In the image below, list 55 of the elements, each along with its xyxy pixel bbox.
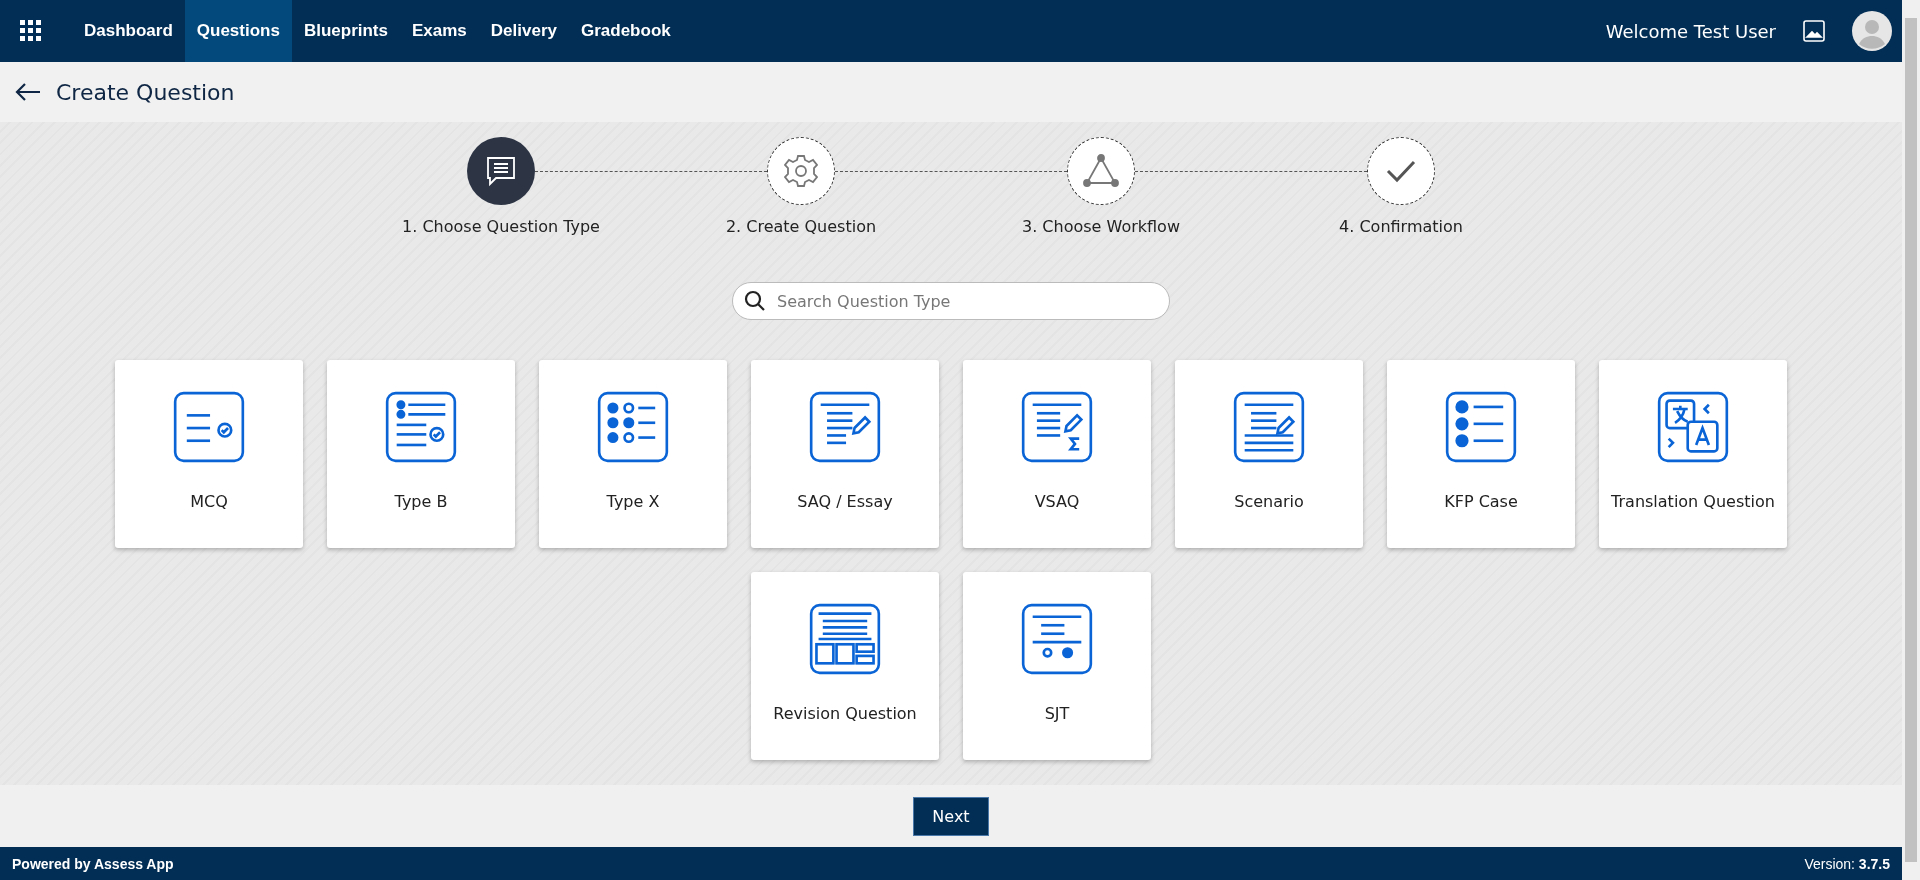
nav-tab[interactable]: Exams xyxy=(400,0,479,62)
question-type-icon xyxy=(1020,390,1094,464)
question-type-icon xyxy=(1444,390,1518,464)
question-type-card[interactable]: VSAQ xyxy=(963,360,1151,548)
question-type-label: Scenario xyxy=(1234,492,1304,511)
question-type-label: KFP Case xyxy=(1444,492,1518,511)
image-icon[interactable] xyxy=(1802,19,1826,43)
question-type-label: MCQ xyxy=(190,492,228,511)
step-label: 3. Choose Workflow xyxy=(1022,217,1180,236)
step-label: 1. Choose Question Type xyxy=(402,217,600,236)
question-type-label: Revision Question xyxy=(773,704,917,723)
powered-by-text: Powered by Assess App xyxy=(12,855,174,872)
question-type-label: SAQ / Essay xyxy=(797,492,893,511)
back-arrow-icon[interactable] xyxy=(14,82,42,102)
question-type-label: VSAQ xyxy=(1034,492,1080,511)
question-type-card[interactable]: KFP Case xyxy=(1387,360,1575,548)
question-type-icon xyxy=(808,602,882,676)
question-type-icon xyxy=(172,390,246,464)
question-type-card[interactable]: Translation Question xyxy=(1599,360,1787,548)
question-type-icon xyxy=(1656,390,1730,464)
app-grid-icon[interactable] xyxy=(20,20,42,42)
question-type-card[interactable]: Scenario xyxy=(1175,360,1363,548)
scrollbar[interactable] xyxy=(1902,0,1920,880)
nav-tab[interactable]: Delivery xyxy=(478,0,569,62)
question-type-icon xyxy=(1020,602,1094,676)
question-type-label: Translation Question xyxy=(1611,492,1775,511)
question-type-label: Type X xyxy=(606,492,660,511)
version-text: Version: 3.7.5 xyxy=(1804,855,1890,872)
triangle-nodes-icon xyxy=(1081,153,1121,189)
question-type-label: SJT xyxy=(1044,704,1070,723)
next-button[interactable]: Next xyxy=(913,796,989,836)
step-label: 2. Create Question xyxy=(725,217,877,236)
question-type-icon xyxy=(808,390,882,464)
nav-tab[interactable]: Dashboard xyxy=(72,0,185,62)
question-type-card[interactable]: Revision Question xyxy=(751,572,939,760)
nav-tab[interactable]: Questions xyxy=(184,0,292,62)
question-type-card[interactable]: MCQ xyxy=(115,360,303,548)
question-type-icon xyxy=(596,390,670,464)
nav-tab[interactable]: Gradebook xyxy=(569,0,683,62)
question-type-card[interactable]: Type X xyxy=(539,360,727,548)
question-type-icon xyxy=(1232,390,1306,464)
question-type-label: Type B xyxy=(394,492,448,511)
question-type-card[interactable]: Type B xyxy=(327,360,515,548)
page-title: Create Question xyxy=(56,79,235,105)
question-type-icon xyxy=(384,390,458,464)
welcome-text: Welcome Test User xyxy=(1605,20,1776,42)
user-avatar-icon[interactable] xyxy=(1852,11,1892,51)
speech-bubble-icon xyxy=(484,154,518,188)
gear-icon xyxy=(782,152,820,190)
question-type-card[interactable]: SJT xyxy=(963,572,1151,760)
step-label: 4. Confirmation xyxy=(1339,217,1463,236)
nav-tab[interactable]: Blueprints xyxy=(291,0,400,62)
question-type-card[interactable]: SAQ / Essay xyxy=(751,360,939,548)
search-icon xyxy=(744,290,766,312)
search-field[interactable]: Search Question Type xyxy=(732,282,1170,320)
